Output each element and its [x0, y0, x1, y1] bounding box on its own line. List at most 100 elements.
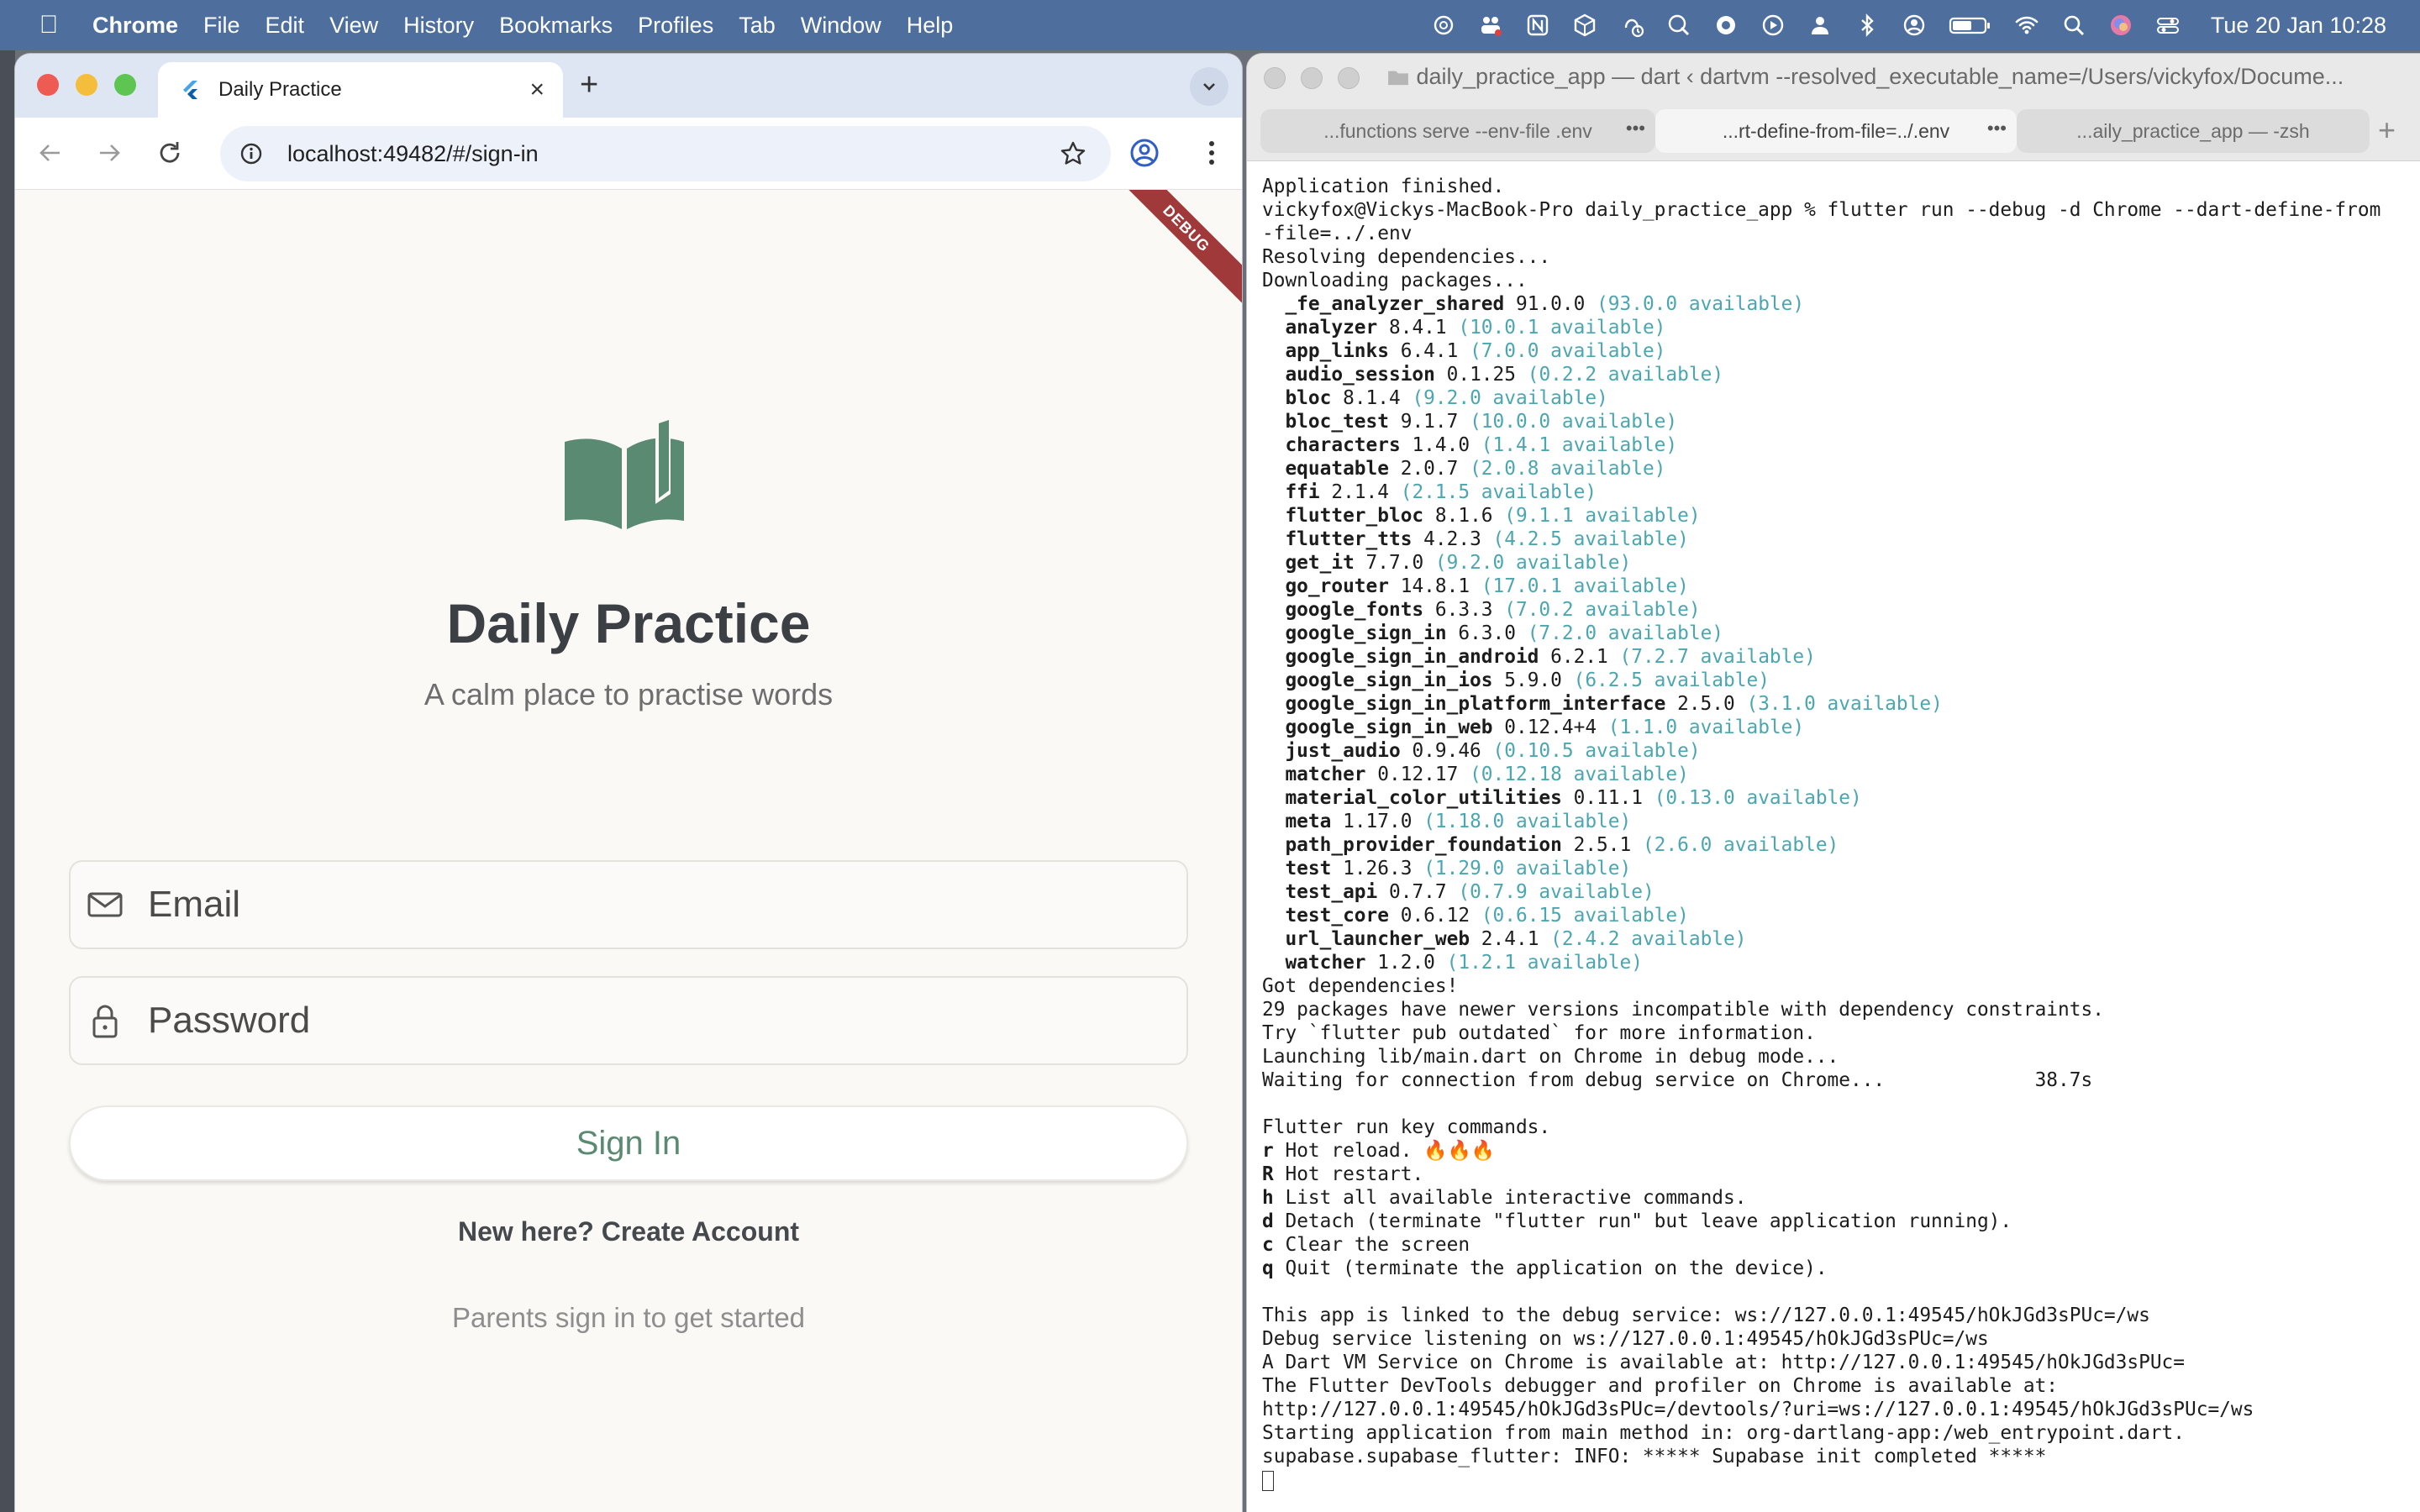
wifi-icon[interactable] [2014, 13, 2039, 38]
chrome-window: Daily Practice × + localhost:49482/#/sig… [15, 54, 1242, 1512]
terminal-line: Downloading packages... [1262, 270, 1528, 291]
chrome-toolbar: localhost:49482/#/sign-in [15, 118, 1242, 190]
apple-logo-icon[interactable]:  [24, 11, 74, 39]
package-line: google_sign_in_ios 5.9.0 (6.2.5 availabl… [1262, 669, 2420, 692]
bluetooth-icon[interactable] [1854, 13, 1880, 38]
person-icon[interactable] [1807, 13, 1833, 38]
user-circle-icon[interactable] [1902, 13, 1927, 38]
tab-search-button[interactable] [1190, 67, 1228, 106]
battery-icon[interactable] [1949, 13, 1992, 38]
terminal-line: Waiting for connection from debug servic… [1262, 1069, 2093, 1091]
menu-edit[interactable]: Edit [266, 13, 305, 39]
close-window-button[interactable] [37, 74, 59, 96]
package-name: ffi [1285, 481, 1320, 503]
package-version: 2.0.7 [1400, 458, 1459, 480]
reload-button[interactable] [153, 136, 187, 170]
email-field[interactable] [69, 860, 1188, 949]
terminal-line: Launching lib/main.dart on Chrome in deb… [1262, 1046, 1839, 1068]
url-text[interactable]: localhost:49482/#/sign-in [287, 141, 539, 167]
terminal-tab-2-active[interactable]: ...rt-define-from-file=../.env ••• [1655, 109, 2017, 153]
address-bar[interactable]: localhost:49482/#/sign-in [220, 126, 1111, 181]
chatgpt-icon[interactable] [1431, 13, 1456, 38]
terminal-titlebar: daily_practice_app — dart ‹ dartvm --res… [1247, 54, 2420, 102]
menu-window[interactable]: Window [801, 13, 881, 39]
package-line: app_links 6.4.1 (7.0.0 available) [1262, 339, 2420, 363]
terminal-close-button[interactable] [1264, 67, 1286, 89]
terminal-tab-3[interactable]: ...aily_practice_app — -zsh [2017, 109, 2370, 153]
package-name: google_sign_in_web [1285, 717, 1493, 738]
tab-more-icon[interactable]: ••• [1987, 118, 2007, 139]
terminal-window-title: daily_practice_app — dart ‹ dartvm --res… [1386, 64, 2412, 90]
menu-profiles[interactable]: Profiles [638, 13, 713, 39]
password-field[interactable] [69, 976, 1188, 1065]
zoom-window-button[interactable] [114, 74, 136, 96]
menu-help[interactable]: Help [907, 13, 954, 39]
package-name: go_router [1285, 575, 1389, 597]
package-name: bloc [1285, 387, 1332, 409]
email-input[interactable] [148, 884, 1072, 926]
create-account-link[interactable]: New here? Create Account [15, 1216, 1242, 1247]
tab-more-icon[interactable]: ••• [1626, 118, 1645, 139]
terminal-line: A Dart VM Service on Chrome is available… [1262, 1352, 2185, 1373]
tab-close-icon[interactable]: × [529, 77, 544, 102]
mail-icon [87, 892, 123, 917]
key-command-key: h [1262, 1187, 1274, 1209]
package-available: (1.2.1 available) [1446, 952, 1643, 974]
control-center-icon[interactable] [2155, 13, 2181, 38]
finger-scan-icon[interactable] [1619, 13, 1644, 38]
minimize-window-button[interactable] [76, 74, 97, 96]
package-available: (1.18.0 available) [1423, 811, 1632, 832]
terminal-cursor-line [1262, 1468, 2420, 1492]
package-available: (7.2.7 available) [1619, 646, 1816, 668]
terminal-tab-1[interactable]: ...functions serve --env-file .env ••• [1260, 109, 1655, 153]
package-available: (7.2.0 available) [1527, 622, 1724, 644]
package-version: 14.8.1 [1400, 575, 1470, 597]
package-name: bloc_test [1285, 411, 1389, 433]
terminal-line: The Flutter DevTools debugger and profil… [1262, 1375, 2059, 1397]
chrome-tab-active[interactable]: Daily Practice × [158, 62, 563, 118]
terminal-minimize-button[interactable] [1301, 67, 1323, 89]
package-name: flutter_tts [1285, 528, 1413, 550]
package-version: 8.4.1 [1389, 317, 1447, 339]
cube-icon[interactable] [1572, 13, 1597, 38]
lock-icon [92, 1005, 118, 1038]
terminal-line: Got dependencies! [1262, 975, 1459, 997]
app-menu-chrome[interactable]: Chrome [92, 13, 178, 39]
search-icon[interactable] [2061, 13, 2086, 38]
password-input[interactable] [148, 1000, 1072, 1042]
site-info-icon[interactable] [239, 141, 264, 166]
package-version: 4.2.3 [1423, 528, 1481, 550]
gear-flower-icon[interactable] [1713, 13, 1739, 38]
terminal-output[interactable]: Application finished. vickyfox@Vickys-Mac… [1262, 175, 2420, 1512]
terminal-zoom-button[interactable] [1338, 67, 1360, 89]
menu-file[interactable]: File [203, 13, 240, 39]
package-available: (6.2.5 available) [1573, 669, 1770, 691]
menu-view[interactable]: View [329, 13, 378, 39]
back-button[interactable] [34, 136, 67, 170]
siri-icon[interactable] [2108, 13, 2133, 38]
package-version: 8.1.4 [1343, 387, 1401, 409]
kebab-menu-icon[interactable] [1195, 136, 1228, 170]
key-command-key: r [1262, 1140, 1274, 1162]
forward-button[interactable] [92, 136, 126, 170]
new-tab-button[interactable]: + [580, 69, 598, 101]
package-line: just_audio 0.9.46 (0.10.5 available) [1262, 739, 2420, 763]
n-app-icon[interactable] [1525, 13, 1550, 38]
sign-in-button[interactable]: Sign In [69, 1105, 1188, 1181]
package-available: (9.2.0 available) [1434, 552, 1632, 574]
pen-icon[interactable] [1666, 13, 1691, 38]
package-name: google_sign_in_android [1285, 646, 1539, 668]
menu-bar-clock[interactable]: Tue 20 Jan 10:28 [2211, 13, 2386, 39]
menu-bookmarks[interactable]: Bookmarks [499, 13, 613, 39]
package-version: 6.4.1 [1400, 340, 1459, 362]
profile-icon[interactable] [1128, 136, 1161, 170]
menu-tab[interactable]: Tab [739, 13, 776, 39]
terminal-new-tab-button[interactable]: + [2378, 113, 2396, 148]
menu-history[interactable]: History [403, 13, 474, 39]
package-available: (1.4.1 available) [1481, 434, 1678, 456]
bookmark-star-icon[interactable] [1059, 139, 1087, 168]
people-icon[interactable] [1478, 13, 1503, 38]
play-icon[interactable] [1760, 13, 1786, 38]
package-line: matcher 0.12.17 (0.12.18 available) [1262, 763, 2420, 786]
app-subtitle: A calm place to practise words [424, 677, 834, 711]
